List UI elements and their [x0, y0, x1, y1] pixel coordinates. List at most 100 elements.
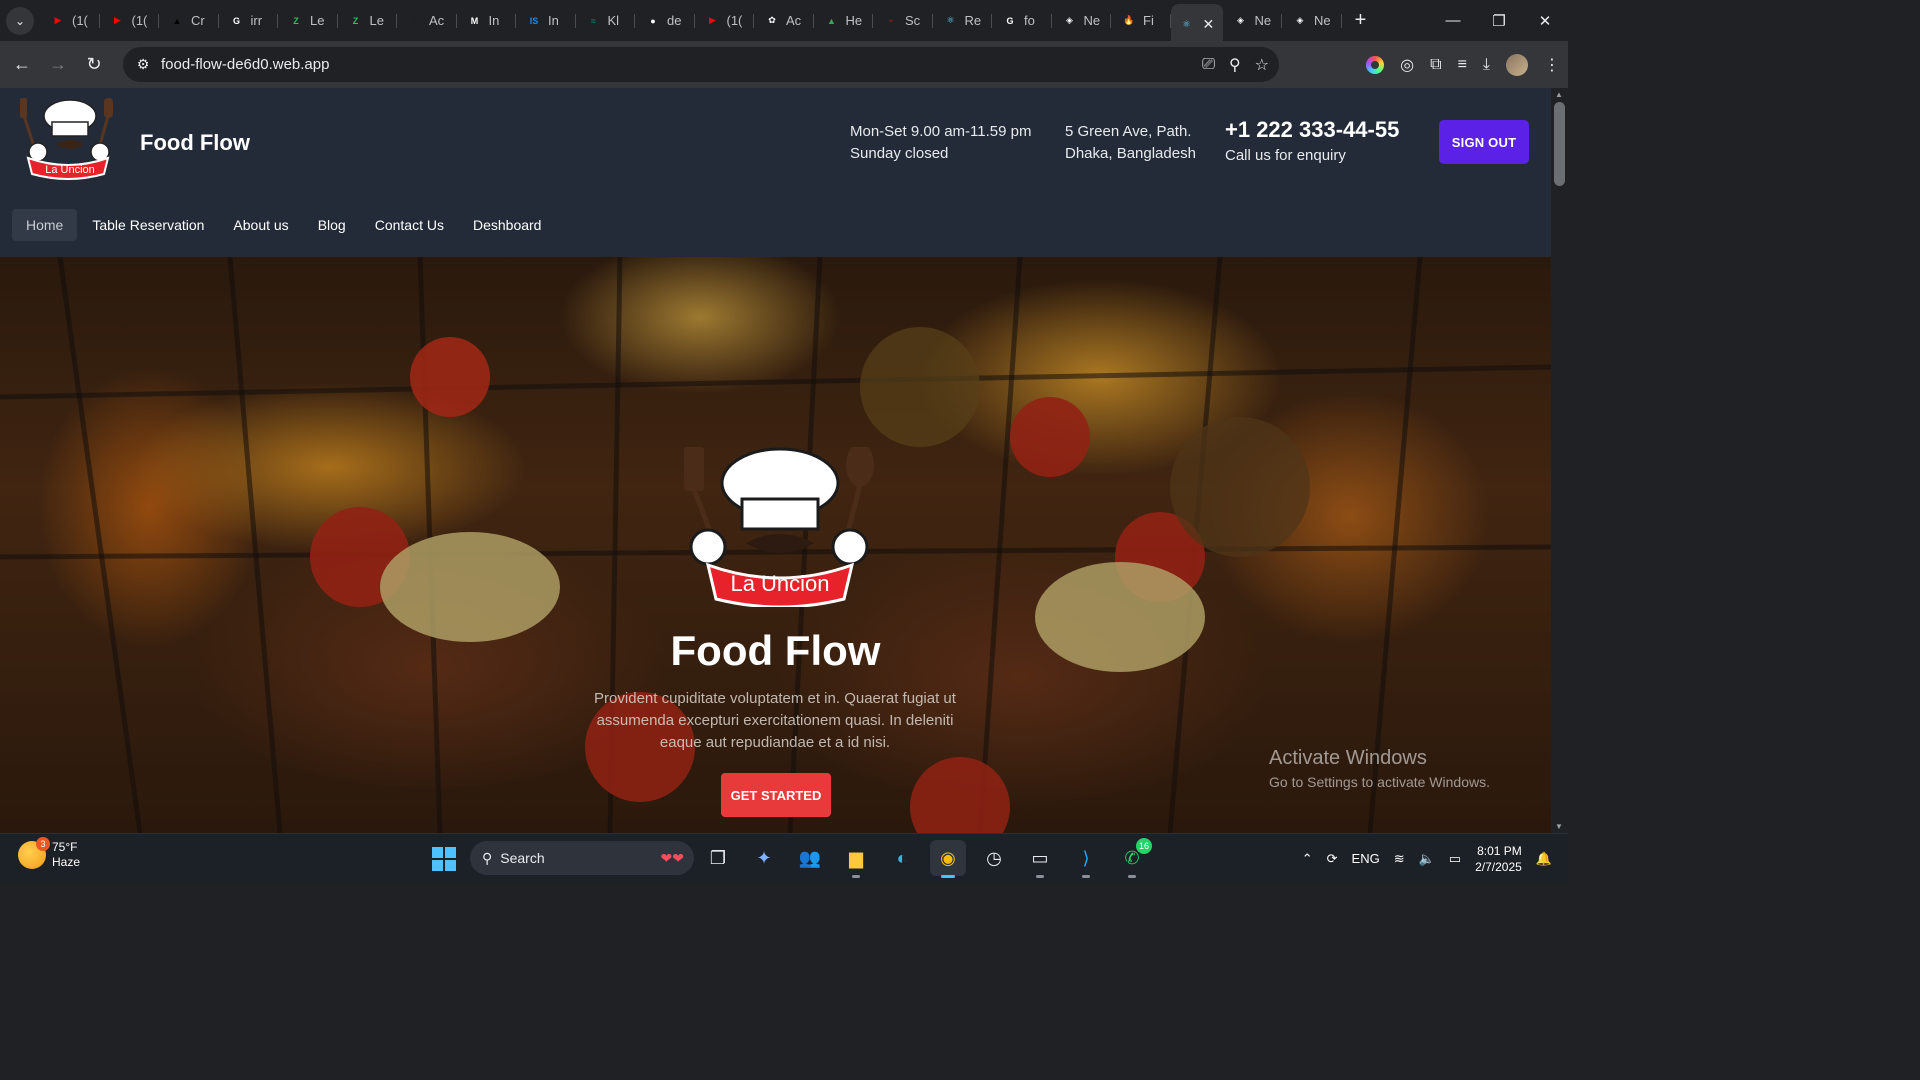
new-tab-button[interactable]: + [1346, 9, 1376, 32]
page-scrollbar[interactable]: ▲ ▼ [1551, 88, 1568, 833]
scroll-up-arrow-icon[interactable]: ▲ [1555, 90, 1563, 99]
tab-active[interactable]: ⚛ ✕ [1170, 3, 1223, 45]
restore-icon[interactable]: ❐ [1476, 0, 1522, 41]
tab[interactable]: ◈ Ne [1223, 4, 1283, 38]
url-text[interactable]: food-flow-de6d0.web.app [161, 56, 329, 73]
search-icon: ⚲ [482, 849, 493, 866]
forward-arrow-icon: → [49, 54, 67, 74]
tab[interactable]: ▶ (1( [40, 4, 100, 38]
battery-icon[interactable]: ▭ [1449, 851, 1461, 867]
profile-avatar[interactable] [1506, 53, 1528, 76]
leaf-app-icon: Z [352, 15, 359, 26]
back-button[interactable]: ← [4, 47, 40, 83]
volume-icon[interactable]: 🔈 [1419, 851, 1435, 867]
bookmark-star-icon[interactable]: ☆ [1255, 55, 1269, 75]
site-settings-icon[interactable]: ⚙ [131, 56, 155, 73]
tab[interactable]: ◈ Ne [1282, 4, 1342, 38]
color-picker-extension-icon[interactable] [1366, 55, 1385, 74]
scroll-down-arrow-icon[interactable]: ▼ [1555, 822, 1563, 831]
tab-label: Ne [1314, 13, 1331, 28]
brand-name[interactable]: Food Flow [140, 130, 250, 156]
triangle-logo-icon: ▲ [172, 15, 182, 26]
edge-icon[interactable]: ◐ [884, 840, 920, 876]
media-queue-icon[interactable]: ≡ [1458, 56, 1467, 74]
openai-icon: ✿ [768, 15, 776, 25]
tab-label: Ne [1254, 13, 1272, 28]
nav-item-blog[interactable]: Blog [304, 209, 360, 241]
download-icon[interactable]: ⤓ [1483, 56, 1490, 74]
weather-widget[interactable]: 3 75°F Haze [18, 837, 81, 870]
kebab-menu-icon[interactable]: ⋮ [1544, 55, 1560, 75]
windows-start-icon[interactable] [432, 847, 456, 871]
get-started-button[interactable]: GET STARTED [721, 773, 831, 817]
whatsapp-icon[interactable]: ✆ 16 [1114, 838, 1152, 878]
tab[interactable]: IS In [516, 4, 576, 38]
task-view-icon[interactable]: ❐ [700, 840, 736, 876]
install-app-icon[interactable]: ⎚ [1202, 56, 1215, 74]
forward-button[interactable]: → [40, 47, 76, 83]
google-icon: G [232, 15, 240, 26]
vscode-icon[interactable]: ⟩ [1068, 840, 1104, 878]
tab[interactable]: Gfo [992, 4, 1052, 38]
file-explorer-icon[interactable]: ▆ [838, 840, 874, 878]
nav-item-contact-us[interactable]: Contact Us [361, 209, 458, 241]
web-page: La Uncion Food Flow Mon-Set 9.00 am-11.5… [0, 88, 1551, 833]
tab[interactable]: ▶ (1( [100, 4, 160, 38]
tab[interactable]: ⚛ Re [933, 4, 993, 38]
netlify-icon: ◈ [1066, 15, 1073, 25]
nav-item-about-us[interactable]: About us [219, 209, 302, 241]
main-nav: Home Table Reservation About us Blog Con… [12, 209, 556, 241]
tab[interactable]: Z Le [338, 4, 398, 38]
language-indicator[interactable]: ENG [1352, 851, 1380, 866]
tab[interactable]: ● de [635, 4, 695, 38]
chevron-down-icon: ⌄ [14, 13, 26, 28]
weather-description: Haze [52, 855, 81, 869]
extensions-puzzle-icon[interactable]: ⧉ [1430, 56, 1441, 74]
chevron-up-icon[interactable]: ⌃ [1302, 851, 1313, 867]
minimize-icon[interactable]: — [1430, 0, 1476, 41]
tab[interactable]: ◓ Sc [873, 4, 933, 38]
copilot-icon[interactable]: ✦ [746, 840, 782, 876]
target-extension-icon[interactable]: ◎ [1400, 55, 1414, 75]
close-icon[interactable]: ✕ [1522, 0, 1568, 41]
nav-item-dashboard[interactable]: Deshboard [459, 209, 556, 241]
terminal-icon[interactable]: ▭ [1022, 840, 1058, 878]
clock-app-icon[interactable]: ◷ [976, 840, 1012, 876]
notification-bell-icon[interactable]: 🔔 [1536, 851, 1552, 867]
tab[interactable]: Z Le [278, 4, 338, 38]
sign-out-button[interactable]: SIGN OUT [1439, 120, 1529, 164]
netlify-icon: ◈ [1296, 15, 1304, 25]
address-bar[interactable]: ⚙ food-flow-de6d0.web.app ⎚ ⚲ ☆ [123, 47, 1279, 82]
tab[interactable]: M In [457, 4, 517, 38]
tab[interactable]: ≈ Kl [576, 4, 636, 38]
tab[interactable]: ▲ He [814, 4, 874, 38]
nav-item-home[interactable]: Home [12, 209, 78, 241]
tab-search-button[interactable]: ⌄ [6, 6, 34, 35]
tab[interactable]: ◈ Ne [1052, 4, 1112, 38]
react-icon: ⚛ [946, 15, 955, 25]
clock[interactable]: 8:01 PM 2/7/2025 [1475, 843, 1522, 875]
sync-icon[interactable]: ⟳ [1327, 851, 1338, 867]
search-placeholder: Search [500, 850, 545, 866]
nav-item-table-reservation[interactable]: Table Reservation [78, 209, 218, 241]
la-uncion-logo[interactable]: La Uncion [14, 96, 122, 186]
wifi-icon[interactable]: ≋ [1394, 851, 1405, 867]
chrome-icon[interactable]: ◉ [930, 840, 966, 878]
zoom-icon[interactable]: ⚲ [1229, 55, 1241, 75]
tab[interactable]: ▶ (1( [695, 4, 755, 38]
reload-button[interactable]: ↻ [76, 47, 112, 83]
youtube-icon: ▶ [709, 15, 716, 25]
taskbar-search[interactable]: ⚲ Search ❤❤ [470, 841, 694, 875]
tab[interactable]: ✿ Ac [754, 4, 814, 38]
tab[interactable]: ▲ Cr [159, 4, 219, 38]
tab-label: Re [964, 13, 982, 28]
tab-close-icon[interactable]: ✕ [1203, 16, 1215, 33]
is-icon: IS [529, 15, 539, 26]
scrollbar-thumb[interactable] [1554, 102, 1565, 186]
tab[interactable]: 🔥 Fi [1111, 4, 1171, 38]
gmail-icon: M [470, 15, 479, 26]
tab[interactable]: Girr [219, 4, 279, 38]
back-arrow-icon: ← [13, 54, 31, 74]
tab[interactable]: ⁄⁄ Ac [397, 4, 457, 38]
teams-icon[interactable]: 👥 [792, 840, 828, 876]
